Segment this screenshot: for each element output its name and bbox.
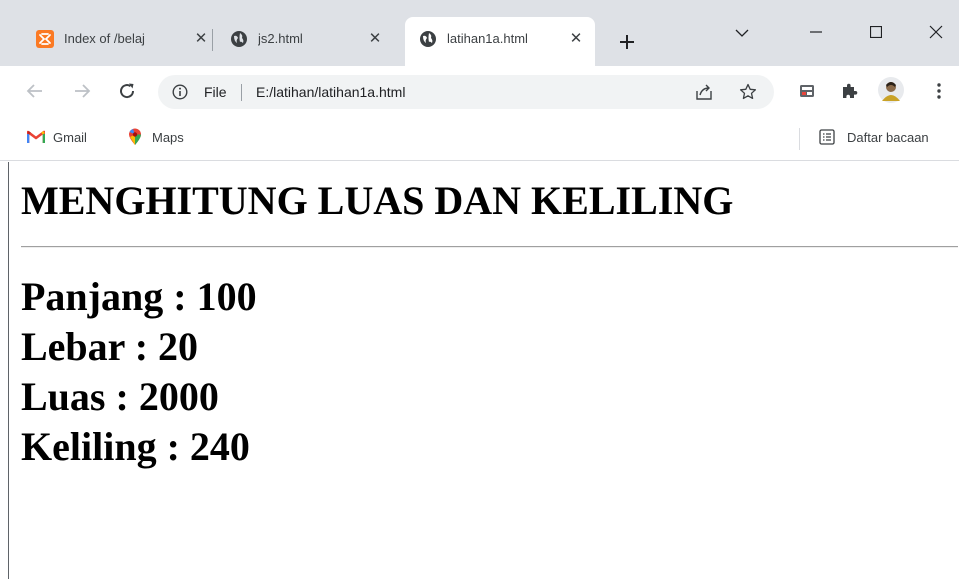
address-bar[interactable]: File E:/latihan/latihan1a.html	[158, 75, 774, 109]
tab-title: Index of /belaj	[64, 31, 145, 46]
result-line-luas: Luas : 2000	[21, 374, 219, 419]
plus-icon	[620, 35, 634, 49]
tab-search-button[interactable]	[719, 18, 765, 48]
result-line-keliling: Keliling : 240	[21, 424, 250, 469]
scheme-label[interactable]: File	[204, 75, 227, 109]
result-line-panjang: Panjang : 100	[21, 274, 257, 319]
back-button[interactable]	[20, 76, 50, 106]
page-viewport: MENGHITUNG LUAS DAN KELILING Panjang : 1…	[8, 162, 959, 579]
tab-title: latihan1a.html	[447, 31, 528, 46]
address-divider	[241, 84, 242, 101]
profile-avatar[interactable]	[878, 77, 904, 103]
tab-latihan1a-active[interactable]: latihan1a.html ✕	[405, 17, 595, 66]
tab-strip: Index of /belaj ✕ js2.html ✕ latihan1a.h…	[0, 0, 959, 66]
maximize-button[interactable]	[853, 17, 899, 47]
tab-separator	[212, 29, 213, 51]
kebab-menu-icon[interactable]	[928, 80, 950, 102]
xampp-favicon-icon	[36, 30, 54, 48]
star-icon[interactable]	[738, 82, 758, 102]
bookmarks-bar: Gmail Maps Daftar bacaan	[0, 118, 959, 161]
maps-icon	[126, 128, 144, 146]
reload-button[interactable]	[112, 76, 142, 106]
reading-list-icon	[818, 128, 836, 146]
globe-icon	[230, 30, 248, 48]
tab-index-of[interactable]: Index of /belaj ✕	[22, 17, 210, 66]
bookmark-label: Maps	[152, 129, 184, 145]
reload-icon	[120, 83, 135, 99]
reading-list-label: Daftar bacaan	[847, 129, 929, 145]
minimize-button[interactable]	[793, 17, 839, 47]
reading-list-button[interactable]: Daftar bacaan	[818, 127, 929, 147]
result-line-lebar: Lebar : 20	[21, 324, 199, 369]
arrow-right-icon	[75, 84, 91, 98]
globe-icon	[419, 30, 437, 48]
tab-close-icon[interactable]: ✕	[366, 30, 384, 48]
bookmark-separator	[799, 128, 800, 150]
new-tab-button[interactable]	[613, 28, 641, 56]
browser-toolbar: File E:/latihan/latihan1a.html	[0, 66, 959, 118]
tab-close-icon[interactable]: ✕	[192, 30, 210, 48]
url-text[interactable]: E:/latihan/latihan1a.html	[256, 75, 405, 109]
page-heading: MENGHITUNG LUAS DAN KELILING	[21, 178, 734, 223]
horizontal-rule	[21, 246, 958, 248]
bookmark-gmail[interactable]: Gmail	[27, 127, 87, 147]
bookmark-maps[interactable]: Maps	[126, 127, 184, 147]
forward-button[interactable]	[67, 76, 97, 106]
close-icon	[929, 25, 943, 39]
maximize-icon	[870, 26, 882, 38]
bookmark-label: Gmail	[53, 129, 87, 145]
gmail-icon	[27, 128, 45, 146]
minimize-icon	[810, 31, 822, 33]
close-window-button[interactable]	[913, 17, 959, 47]
puzzle-icon[interactable]	[838, 80, 860, 102]
chevron-down-icon	[735, 29, 749, 37]
extension-reader-icon[interactable]	[796, 80, 818, 102]
tab-close-icon[interactable]: ✕	[567, 30, 585, 48]
share-icon[interactable]	[694, 82, 714, 102]
tab-title: js2.html	[258, 31, 303, 46]
tab-js2[interactable]: js2.html ✕	[216, 17, 402, 66]
info-icon[interactable]	[172, 84, 188, 100]
arrow-left-icon	[26, 84, 42, 98]
